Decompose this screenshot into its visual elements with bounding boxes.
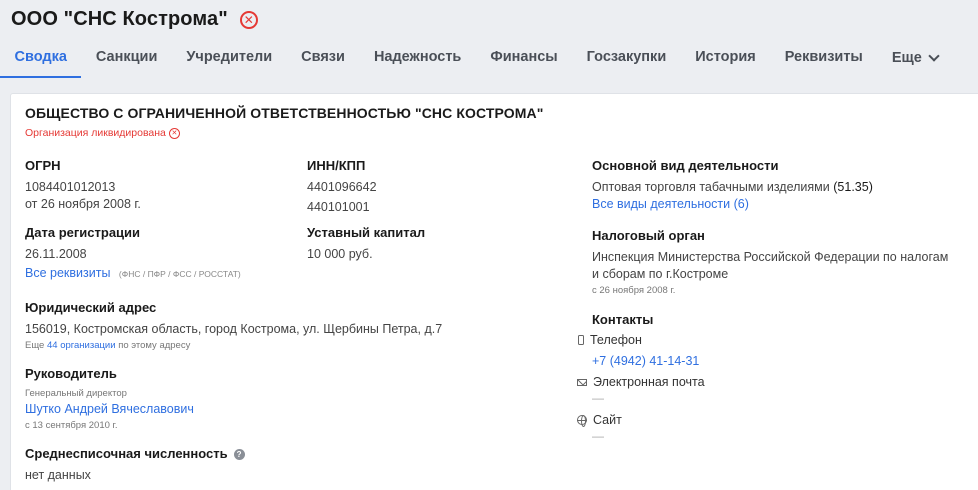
liquidation-status-text: Организация ликвидирована [25,127,166,139]
tab-summary[interactable]: Сводка [0,38,82,78]
page-title: ООО "СНС Кострома" [11,8,228,30]
tab-history[interactable]: История [681,38,771,78]
liquidated-status-icon[interactable]: ✕ [239,10,258,29]
head-name-link[interactable]: Шутко Андрей Вячеславович [25,401,194,418]
chevron-down-icon [928,49,940,62]
email-label: Электронная почта [593,375,705,389]
contacts-label: Контакты [592,312,654,327]
phone-link[interactable]: +7 (4942) 41-14-31 [592,353,699,370]
tax-label: Налоговый орган [592,228,705,243]
tab-founders[interactable]: Учредители [172,38,287,78]
headcount-label: Среднесписочная численность [25,446,228,461]
address-more: Еще 44 организации по этому адресу [25,340,190,351]
tab-reliability[interactable]: Надежность [359,38,475,78]
liquidation-status: Организация ликвидирована ✕ [25,127,180,139]
address-value: 156019, Костромская область, город Костр… [25,322,443,336]
ogrn-date: от 26 ноября 2008 г. [25,197,141,211]
site-value: — [592,429,604,443]
phone-icon [578,335,584,345]
tab-procurement[interactable]: Госзакупки [572,38,681,78]
tab-more-label: Еще [891,49,922,66]
address-orgs-link[interactable]: 44 организации [47,340,116,351]
tab-sanctions[interactable]: Санкции [81,38,171,78]
registration-date: 26.11.2008 [25,247,87,261]
headcount-value: нет данных [25,468,91,482]
tab-requisites[interactable]: Реквизиты [770,38,877,78]
head-role: Генеральный директор [25,388,127,399]
address-label: Юридический адрес [25,300,157,315]
activity-label: Основной вид деятельности [592,158,779,173]
company-full-name: ОБЩЕСТВО С ОГРАНИЧЕННОЙ ОТВЕТСТВЕННОСТЬЮ… [25,105,544,121]
email-value: — [592,391,604,405]
head-label: Руководитель [25,366,117,381]
capital-label: Уставный капитал [307,225,426,240]
kpp-value: 440101001 [307,200,370,214]
site-row: Сайт [577,413,622,427]
all-requisites-link[interactable]: Все реквизиты [25,266,110,280]
tax-date: с 26 ноября 2008 г. [592,285,676,296]
activity-row: Оптовая торговля табачными изделиями (51… [592,179,873,196]
email-row: Электронная почта [577,375,705,389]
inn-value: 4401096642 [307,180,377,194]
head-since: с 13 сентября 2010 г. [25,420,118,431]
all-activities-link[interactable]: Все виды деятельности (6) [592,196,749,213]
site-label: Сайт [593,413,622,427]
address-more-suffix: по этому адресу [118,340,191,351]
summary-card [10,93,978,490]
x-circle-icon: ✕ [168,127,180,139]
tab-links[interactable]: Связи [287,38,360,78]
phone-row: Телефон [578,333,642,347]
help-icon[interactable]: ? [233,449,245,460]
activity-value: Оптовая торговля табачными изделиями [592,180,830,194]
inn-kpp-label: ИНН/КПП [307,158,366,173]
registration-label: Дата регистрации [25,225,141,240]
phone-label: Телефон [590,333,642,347]
tax-line2: и сборам по г.Костроме [592,267,729,281]
tab-finance[interactable]: Финансы [476,38,572,78]
globe-icon [577,415,587,427]
page-header: ООО "СНС Кострома" ✕ [11,8,258,31]
requisites-sources: (ФНС / ПФР / ФСС / РОССТАТ) [118,269,241,279]
ogrn-label: ОГРН [25,158,61,173]
mail-icon [577,378,587,386]
address-more-prefix: Еще [25,340,45,351]
tab-bar: Сводка Санкции Учредители Связи Надежнос… [0,38,978,78]
all-requisites-row: Все реквизиты (ФНС / ПФР / ФСС / РОССТАТ… [25,265,241,283]
ogrn-value: 1084401012013 [25,180,116,194]
tab-more[interactable]: Еще [877,38,952,78]
tax-line1: Инспекция Министерства Российской Федера… [592,250,949,264]
headcount-label-row: Среднесписочная численность? [25,446,245,461]
activity-code: (51.35) [833,180,873,194]
capital-value: 10 000 руб. [307,247,373,261]
